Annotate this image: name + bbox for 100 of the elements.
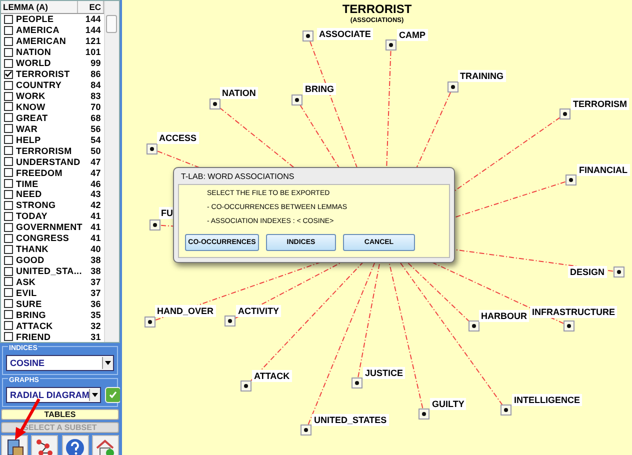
node-marker[interactable]	[386, 40, 396, 50]
node-label: HARBOUR	[479, 310, 529, 322]
node-label: TERRORISM	[571, 98, 629, 110]
checkbox[interactable]	[4, 157, 13, 166]
ec-count: 37	[90, 288, 102, 298]
checkbox[interactable]	[4, 124, 13, 134]
checkbox[interactable]	[4, 190, 13, 199]
lemma-label: NEED	[16, 189, 43, 200]
checkbox[interactable]	[4, 266, 13, 276]
checkbox[interactable]	[4, 222, 13, 232]
checkbox[interactable]	[4, 179, 13, 188]
ec-count: 47	[90, 168, 102, 178]
checkbox[interactable]	[4, 113, 13, 122]
node-marker[interactable]	[614, 266, 624, 278]
checkbox[interactable]	[4, 212, 13, 221]
checkbox[interactable]	[4, 92, 13, 101]
checkbox[interactable]	[4, 135, 13, 144]
help-icon[interactable]	[62, 435, 89, 455]
checkbox[interactable]	[4, 321, 13, 330]
node-marker[interactable]	[566, 174, 576, 186]
lemma-label: SURE	[16, 298, 43, 309]
checkbox[interactable]	[4, 102, 13, 112]
node-marker[interactable]	[224, 316, 236, 326]
node-marker[interactable]	[240, 380, 252, 392]
lemma-label: FREEDOM	[16, 168, 64, 178]
node-marker[interactable]	[560, 108, 570, 120]
lemma-label: TERRORISM	[16, 146, 73, 156]
diagram-title: TERRORIST	[341, 2, 413, 16]
node-marker[interactable]	[210, 98, 220, 110]
node-marker[interactable]	[468, 320, 480, 332]
checkbox[interactable]	[4, 70, 13, 79]
scrollbar[interactable]	[104, 1, 119, 342]
node-marker[interactable]	[146, 144, 158, 154]
lemma-label: AMERICA	[16, 25, 60, 36]
ec-count: 41	[90, 233, 102, 244]
checkbox[interactable]	[4, 234, 13, 243]
ec-count: 38	[90, 266, 102, 276]
ec-count: 37	[90, 276, 102, 287]
dropdown-arrow-icon[interactable]	[92, 393, 98, 397]
checkbox[interactable]	[4, 299, 13, 308]
column-header[interactable]: LEMMA (A)	[1, 1, 78, 13]
node-marker[interactable]	[302, 30, 314, 42]
ec-count: 42	[90, 200, 102, 210]
node-label: CAMP	[397, 29, 428, 41]
check-icon[interactable]	[105, 387, 122, 403]
node-marker[interactable]	[352, 378, 362, 388]
node-marker[interactable]	[144, 316, 156, 328]
node-marker[interactable]	[150, 220, 160, 230]
checkbox[interactable]	[4, 14, 13, 24]
ec-count: 70	[90, 102, 102, 112]
lemma-label: KNOW	[16, 102, 46, 112]
node-marker[interactable]	[500, 404, 512, 416]
node-marker[interactable]	[300, 424, 312, 436]
checkbox[interactable]	[4, 48, 13, 57]
checkbox[interactable]	[4, 256, 13, 265]
lemma-label: WAR	[16, 124, 39, 134]
indices-dropdown[interactable]: COSINE	[6, 355, 114, 371]
dropdown-arrow-icon[interactable]	[105, 361, 111, 365]
lemma-list[interactable]	[0, 0, 120, 343]
node-marker[interactable]	[418, 408, 430, 420]
ec-count: 54	[90, 134, 102, 145]
lemma-label: TERRORIST	[16, 69, 71, 80]
checkbox[interactable]	[4, 58, 13, 68]
graph-icon[interactable]	[31, 435, 58, 455]
checkbox[interactable]	[4, 310, 13, 320]
node-label: INFRASTRUCTURE	[530, 306, 617, 318]
checkbox[interactable]	[4, 332, 13, 342]
ec-count: 35	[90, 310, 102, 320]
lemma-label: UNDERSTAND	[16, 156, 80, 167]
graphs-dropdown[interactable]: RADIAL DIAGRAM	[6, 387, 102, 403]
node-marker[interactable]	[292, 94, 302, 106]
checkbox[interactable]	[4, 36, 13, 46]
checkbox[interactable]	[4, 200, 13, 210]
node-label: TRAINING	[458, 70, 506, 82]
checkbox[interactable]	[4, 288, 13, 298]
lemma-label: TIME	[16, 178, 40, 189]
checkbox[interactable]	[4, 80, 13, 90]
node-label: ACCESS	[157, 132, 199, 144]
checkbox[interactable]	[4, 244, 13, 254]
ec-count: 144	[84, 25, 102, 36]
lemma-label: ASK	[16, 276, 37, 287]
checkbox[interactable]	[4, 168, 13, 178]
node-label: ASSOCIATE	[317, 28, 373, 40]
node-label: JUSTICE	[363, 367, 406, 379]
node-marker[interactable]	[564, 320, 574, 332]
export-icon[interactable]	[1, 435, 28, 455]
node-label: UNITED_STATES	[312, 414, 389, 426]
lemma-label: WORK	[16, 91, 46, 102]
node-marker[interactable]	[448, 82, 458, 92]
lemma-label: GREAT	[16, 112, 49, 123]
checkbox[interactable]	[4, 277, 13, 286]
ec-count: 47	[90, 156, 102, 167]
node-label: DESIGN	[568, 266, 607, 278]
ec-count: 86	[90, 69, 102, 80]
checkbox[interactable]	[4, 26, 13, 35]
ec-count: 50	[90, 146, 102, 156]
tables-button[interactable]: TABLES	[1, 409, 119, 420]
node-label: FINANCIAL	[577, 164, 630, 176]
checkbox[interactable]	[4, 146, 13, 156]
home-icon[interactable]	[92, 435, 119, 455]
